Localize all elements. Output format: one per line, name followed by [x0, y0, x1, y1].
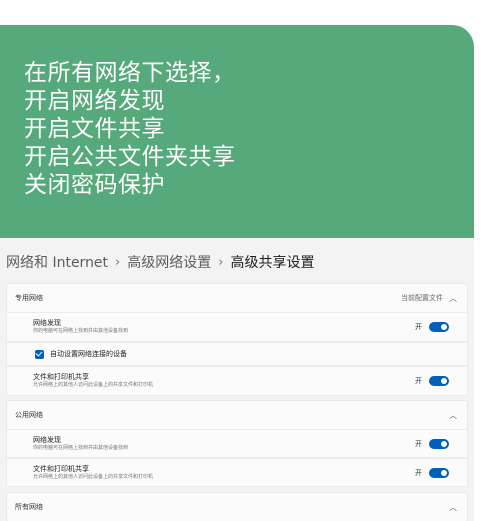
file-sharing-toggle[interactable] [429, 467, 449, 478]
toggle-state-label: 开 [415, 323, 422, 331]
setting-title: 网络发现 [33, 319, 61, 327]
setting-title: 网络发现 [33, 435, 61, 444]
instruction-line: 开启网络发现 [24, 88, 165, 114]
private-network-section-header[interactable]: 专用网络 当前配置文件 ︿ [6, 283, 468, 313]
setting-description: 允许网络上的其他人访问此设备上的共享文件和打印机 [33, 473, 154, 480]
auto-setup-checkbox[interactable] [35, 348, 44, 359]
public-network-discovery-row: 网络发现 你的电脑可在网络上找到并由其他设备找到 开 [6, 429, 468, 458]
breadcrumb-separator: › [115, 254, 121, 270]
chevron-up-icon[interactable]: ︿ [449, 293, 457, 304]
toggle-knob [441, 324, 447, 330]
toggle-knob [441, 378, 447, 384]
setting-description: 允许网络上的其他人访问此设备上的共享文件和打印机 [33, 382, 154, 388]
checkbox-label: 自动设置网络连接的设备 [50, 350, 127, 358]
section-title: 公用网络 [15, 411, 43, 419]
setting-description: 你的电脑可在网络上找到并由其他设备找到 [33, 328, 129, 334]
auto-setup-row: 自动设置网络连接的设备 [6, 342, 468, 366]
private-network-discovery-row: 网络发现 你的电脑可在网络上找到并由其他设备找到 开 [6, 312, 468, 342]
setting-description: 你的电脑可在网络上找到并由其他设备找到 [33, 444, 129, 451]
network-discovery-toggle[interactable] [429, 438, 449, 449]
page-margin [474, 0, 500, 521]
setting-title: 文件和打印机共享 [33, 464, 89, 473]
instruction-line: 关闭密码保护 [24, 172, 165, 198]
instruction-line: 在所有网络下选择， [24, 60, 236, 86]
setting-title: 文件和打印机共享 [33, 373, 89, 381]
breadcrumb-separator: › [218, 254, 224, 270]
breadcrumb-advanced-network-settings[interactable]: 高级网络设置 [127, 252, 211, 272]
breadcrumb-network-internet[interactable]: 网络和 Internet [6, 252, 108, 272]
current-profile-label: 当前配置文件 [401, 294, 443, 302]
chevron-up-icon[interactable]: ︿ [449, 410, 457, 421]
instruction-line: 开启公共文件夹共享 [24, 144, 236, 170]
instruction-banner: 在所有网络下选择， 开启网络发现 开启文件共享 开启公共文件夹共享 关闭密码保护 [0, 25, 474, 238]
section-title: 专用网络 [15, 294, 43, 302]
network-discovery-toggle[interactable] [429, 322, 449, 332]
public-file-sharing-row: 文件和打印机共享 允许网络上的其他人访问此设备上的共享文件和打印机 开 [6, 458, 468, 487]
section-title: 所有网络 [15, 503, 43, 511]
breadcrumb: 网络和 Internet › 高级网络设置 › 高级共享设置 [6, 252, 314, 272]
advanced-sharing-settings-panel: 网络和 Internet › 高级网络设置 › 高级共享设置 专用网络 当前配置… [0, 238, 474, 521]
instruction-line: 开启文件共享 [24, 116, 165, 142]
toggle-knob [441, 440, 447, 447]
public-network-section-header[interactable]: 公用网络 ︿ [6, 400, 468, 430]
chevron-up-icon[interactable]: ︿ [449, 502, 457, 513]
all-networks-section-header[interactable]: 所有网络 ︿ [6, 492, 468, 521]
toggle-knob [441, 469, 447, 476]
checkmark-icon [35, 348, 43, 357]
instruction-text: 在所有网络下选择， 开启网络发现 开启文件共享 开启公共文件夹共享 关闭密码保护 [24, 59, 236, 199]
file-sharing-toggle[interactable] [429, 376, 449, 386]
page-title: 高级共享设置 [230, 255, 315, 271]
private-file-sharing-row: 文件和打印机共享 允许网络上的其他人访问此设备上的共享文件和打印机 开 [6, 366, 468, 396]
toggle-state-label: 开 [415, 377, 422, 385]
toggle-state-label: 开 [415, 468, 422, 477]
toggle-state-label: 开 [415, 439, 422, 448]
